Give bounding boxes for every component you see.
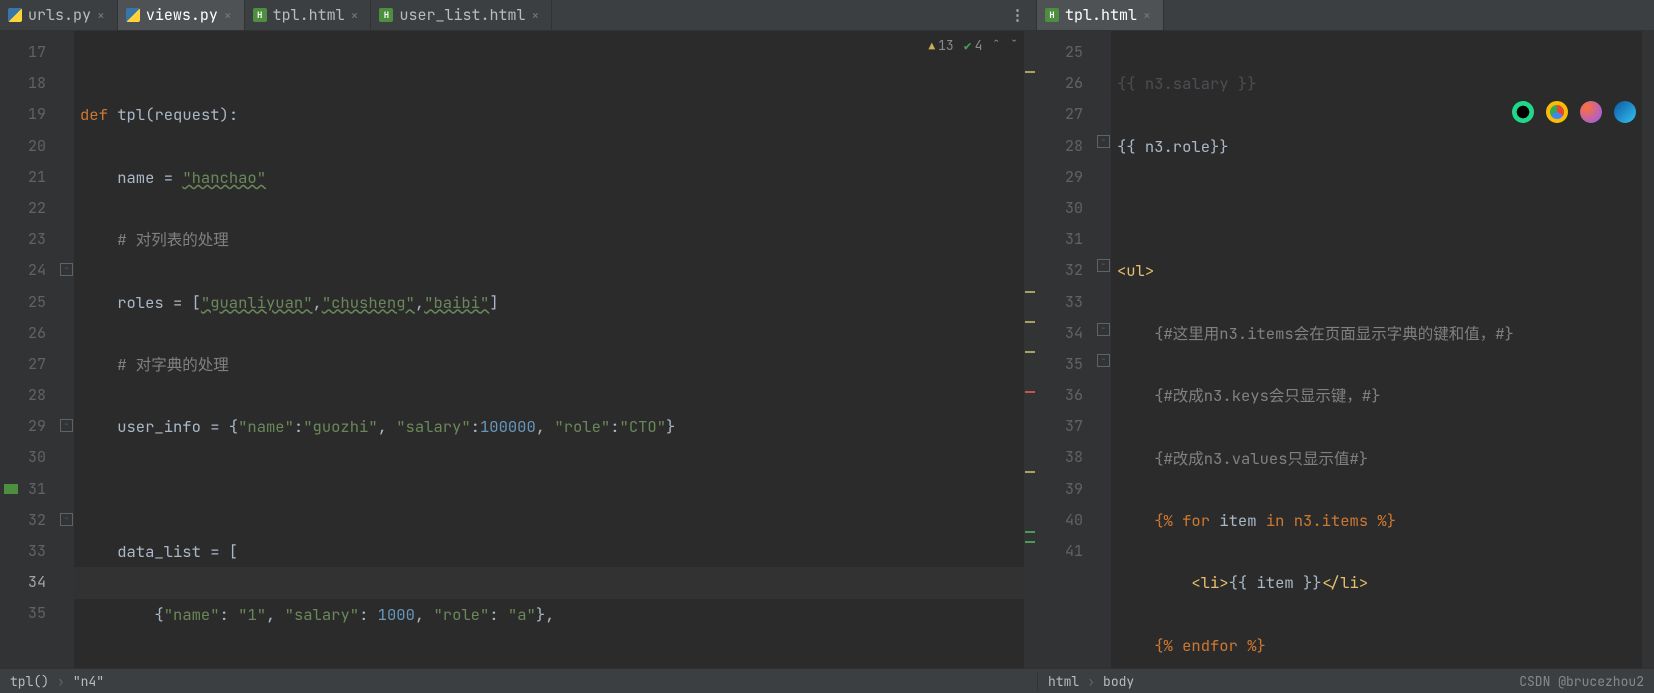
chevron-down-icon[interactable]: ˇ — [1010, 37, 1018, 54]
chevron-right-icon: › — [57, 673, 65, 690]
html-file-icon: H — [379, 8, 393, 22]
code-left[interactable]: def tpl(request): name = "hanchao" # 对列表… — [74, 31, 1024, 668]
close-icon[interactable]: × — [532, 7, 540, 24]
tab-tpl-html-split[interactable]: Htpl.html × — [1037, 0, 1164, 30]
html-file-icon: H — [253, 8, 267, 22]
crumb[interactable]: tpl() — [10, 673, 49, 690]
tab-label: tpl.html — [273, 5, 345, 25]
editor-right: 2526272829303132333435363738394041 − − −… — [1037, 31, 1654, 668]
tab-label: tpl.html — [1065, 5, 1137, 25]
tabbar-right: Htpl.html × — [1036, 0, 1654, 30]
tab-urls-py[interactable]: urls.py × — [0, 0, 118, 30]
fold-icon[interactable]: − — [1097, 135, 1110, 148]
html-file-icon: H — [1045, 8, 1059, 22]
python-file-icon — [8, 8, 22, 22]
status-bar: tpl() › "n4" html › body CSDN @brucezhou2 — [0, 668, 1654, 693]
ide-workbench: urls.py × views.py × Htpl.html × Huser_list… — [0, 0, 1654, 693]
close-icon[interactable]: × — [224, 7, 232, 24]
editor-left: 13 4 ˆ ˇ 1718192021222324252627282930313… — [0, 31, 1037, 668]
edge-icon[interactable] — [1614, 101, 1636, 123]
close-icon[interactable]: × — [1143, 7, 1151, 24]
split-editors: 13 4 ˆ ˇ 1718192021222324252627282930313… — [0, 31, 1654, 668]
gutter-right: 2526272829303132333435363738394041 — [1037, 31, 1095, 668]
chevron-up-icon[interactable]: ˆ — [992, 37, 1000, 54]
fold-icon[interactable]: − — [1097, 259, 1110, 272]
code-right[interactable]: {{ n3.salary }} {{ n3.role}} <ul> {#这里用n… — [1111, 31, 1642, 668]
close-icon[interactable]: × — [97, 7, 105, 24]
inspection-summary[interactable]: 13 4 ˆ ˇ — [929, 37, 1018, 54]
code-area-left[interactable]: 17181920212223242526272829303132333435 −… — [0, 31, 1036, 668]
tab-label: views.py — [146, 5, 218, 25]
crumb[interactable]: body — [1103, 673, 1134, 690]
tab-label: urls.py — [28, 5, 91, 25]
tab-overflow-icon[interactable]: ⋮ — [1000, 0, 1036, 30]
ok-count[interactable]: 4 — [964, 37, 983, 54]
fold-icon[interactable]: − — [60, 513, 73, 526]
tabbar-left: urls.py × views.py × Htpl.html × Huser_list… — [0, 0, 1036, 30]
breadcrumbs-left[interactable]: tpl() › "n4" — [0, 673, 114, 690]
fold-column-left[interactable]: − − − — [58, 31, 74, 668]
browser-icons — [1512, 101, 1636, 123]
fold-icon[interactable]: − — [60, 263, 73, 276]
fold-icon[interactable]: − — [1097, 323, 1110, 336]
tab-label: user_list.html — [399, 5, 525, 25]
crumb[interactable]: html — [1048, 673, 1079, 690]
gutter-left: 17181920212223242526272829303132333435 — [0, 31, 58, 668]
fold-icon[interactable]: − — [60, 419, 73, 432]
fold-icon[interactable]: − — [1097, 354, 1110, 367]
watermark-text: CSDN @brucezhou2 — [1519, 673, 1644, 690]
pycharm-icon[interactable] — [1512, 101, 1534, 123]
firefox-icon[interactable] — [1580, 101, 1602, 123]
warning-count[interactable]: 13 — [929, 37, 954, 54]
breadcrumbs-right[interactable]: html › body CSDN @brucezhou2 — [1037, 673, 1654, 690]
tab-tpl-html[interactable]: Htpl.html × — [245, 0, 372, 30]
chrome-icon[interactable] — [1546, 101, 1568, 123]
code-area-right[interactable]: 2526272829303132333435363738394041 − − −… — [1037, 31, 1654, 668]
crumb[interactable]: "n4" — [73, 673, 104, 690]
chevron-right-icon: › — [1087, 673, 1095, 690]
tab-views-py[interactable]: views.py × — [118, 0, 245, 30]
tabbars: urls.py × views.py × Htpl.html × Huser_list… — [0, 0, 1654, 31]
inspection-strip-left[interactable] — [1024, 31, 1036, 668]
close-icon[interactable]: × — [351, 7, 359, 24]
python-file-icon — [126, 8, 140, 22]
inspection-strip-right[interactable] — [1642, 31, 1654, 668]
tab-user-list-html[interactable]: Huser_list.html × — [371, 0, 552, 30]
fold-column-right[interactable]: − − − − — [1095, 31, 1111, 668]
template-gutter-icon[interactable] — [4, 484, 18, 494]
